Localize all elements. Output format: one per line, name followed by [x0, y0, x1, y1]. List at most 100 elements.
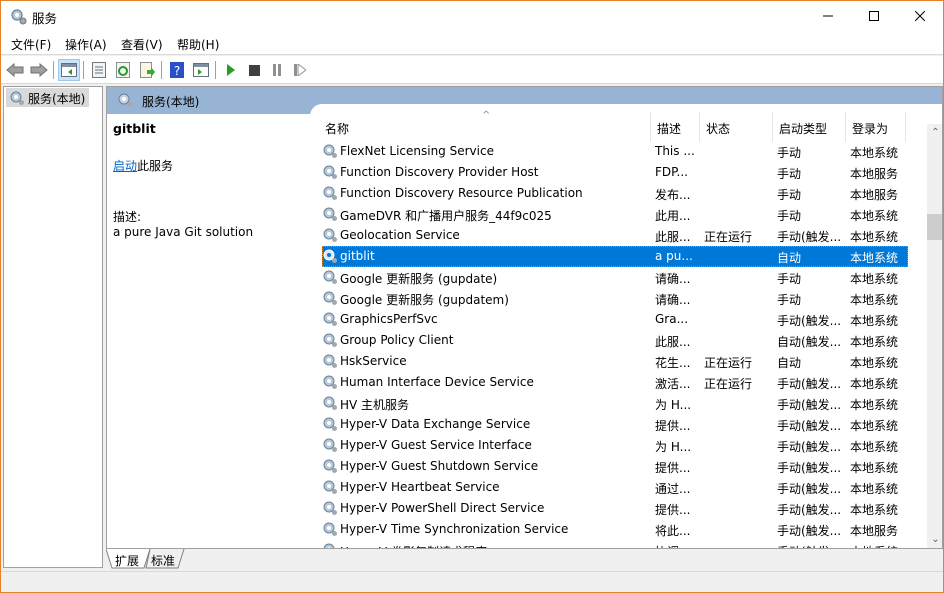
- title-bar: 服务: [1, 1, 943, 31]
- service-description: 为 H...: [655, 398, 692, 412]
- tree-item-label: 服务(本地): [28, 92, 86, 106]
- main-pane: 服务(本地) gitblit 启动此服务 描述: a pure Java Git…: [106, 86, 943, 549]
- service-row[interactable]: Google 更新服务 (gupdatem) 请确... 手动 本地系统: [322, 288, 908, 309]
- service-gear-icon: [323, 543, 335, 548]
- service-gear-icon: [323, 144, 337, 158]
- service-gear-icon: [323, 501, 337, 515]
- service-startup-type: 手动(触发...: [777, 398, 842, 412]
- service-name: Function Discovery Provider Host: [340, 165, 539, 179]
- service-row[interactable]: GameDVR 和广播用户服务_44f9c025 此用... 手动 本地系统: [322, 204, 908, 225]
- toolbar-separator: [53, 61, 54, 79]
- column-header-name[interactable]: 名称: [318, 112, 650, 142]
- scroll-up-arrow-icon[interactable]: ⌃: [927, 124, 942, 141]
- menu-file[interactable]: 文件(F): [11, 36, 51, 53]
- help-button[interactable]: ?: [166, 59, 188, 81]
- service-startup-type: 自动: [777, 356, 802, 370]
- stop-service-button[interactable]: [243, 59, 265, 81]
- service-log-on-as: 本地系统: [850, 419, 899, 433]
- service-row[interactable]: Hyper-V Guest Shutdown Service 提供... 手动(触发…: [322, 456, 908, 477]
- service-row[interactable]: HV 主机服务 为 H... 手动(触发... 本地系统: [322, 393, 908, 414]
- vertical-scrollbar[interactable]: ⌃ ⌄: [927, 124, 942, 548]
- service-name: Hyper-V Heartbeat Service: [340, 480, 500, 494]
- service-name: Human Interface Device Service: [340, 375, 534, 389]
- service-log-on-as: 本地系统: [850, 356, 899, 370]
- service-row[interactable]: gitblit a pu... 自动 本地系统: [322, 246, 908, 267]
- service-action: 启动此服务: [113, 157, 173, 174]
- service-row[interactable]: Function Discovery Resource Publication 发…: [322, 183, 908, 204]
- service-log-on-as: 本地系统: [850, 503, 899, 517]
- minimize-icon: [823, 15, 833, 17]
- service-startup-type: 自动: [777, 251, 802, 265]
- service-row[interactable]: Group Policy Client 此服... 自动(触发... 本地系统: [322, 330, 908, 351]
- column-header-status[interactable]: 状态: [699, 112, 772, 142]
- scroll-down-arrow-icon[interactable]: ⌄: [927, 531, 942, 548]
- resume-service-button[interactable]: [289, 59, 311, 81]
- service-row[interactable]: GraphicsPerfSvc Gra... 手动(触发... 本地系统: [322, 309, 908, 330]
- forward-button[interactable]: [28, 59, 50, 81]
- tab-extended[interactable]: 扩展: [107, 549, 145, 569]
- service-row[interactable]: Hyper-V Guest Service Interface 为 H... 手动(…: [322, 435, 908, 456]
- tree-item-services-local[interactable]: 服务(本地): [6, 88, 90, 107]
- service-startup-type: 手动(触发...: [777, 482, 842, 496]
- back-button[interactable]: [4, 59, 26, 81]
- service-row[interactable]: Function Discovery Provider Host FDP... 手动…: [322, 162, 908, 183]
- action-suffix: 此服务: [137, 159, 174, 173]
- properties-icon: [92, 62, 106, 78]
- service-description: 发布...: [655, 188, 691, 202]
- service-description: 请确...: [655, 293, 691, 307]
- maximize-button[interactable]: [851, 1, 897, 31]
- column-header-startup-type[interactable]: 启动类型: [772, 112, 845, 142]
- service-name: GraphicsPerfSvc: [340, 312, 438, 326]
- tab-standard[interactable]: 标准: [143, 549, 181, 569]
- service-gear-icon: [323, 228, 337, 242]
- pause-service-button[interactable]: [266, 59, 288, 81]
- show-hide-console-tree-button[interactable]: [58, 59, 80, 81]
- view-tabs: 扩展 标准: [106, 549, 943, 569]
- service-row[interactable]: FlexNet Licensing Service This ... 手动 本地系统: [322, 141, 908, 162]
- service-log-on-as: 本地系统: [850, 482, 899, 496]
- menu-view[interactable]: 查看(V): [121, 36, 163, 53]
- service-description: 提供...: [655, 503, 691, 517]
- service-log-on-as: 本地系统: [850, 230, 899, 244]
- window-title: 服务: [32, 11, 58, 26]
- scrollbar-thumb[interactable]: [927, 214, 942, 240]
- service-row[interactable]: Hyper-V Data Exchange Service 提供... 手动(触发.…: [322, 414, 908, 435]
- service-row[interactable]: Human Interface Device Service 激活... 正在运行 手…: [322, 372, 908, 393]
- close-button[interactable]: [897, 1, 943, 31]
- menu-help[interactable]: 帮助(H): [177, 36, 219, 53]
- close-icon: [915, 11, 925, 21]
- description-text: a pure Java Git solution: [113, 225, 254, 239]
- service-description: a pu...: [655, 249, 693, 263]
- service-log-on-as: 本地系统: [850, 251, 899, 265]
- service-row[interactable]: Hyper-V Time Synchronization Service 将此..…: [322, 519, 908, 540]
- service-log-on-as: 本地服务: [850, 524, 899, 538]
- stop-icon: [248, 64, 260, 76]
- service-row[interactable]: Hyper-V 卷影复制请求程序协调... 手动(触发...本地系统: [322, 540, 908, 548]
- service-log-on-as: 本地服务: [850, 188, 899, 202]
- refresh-button[interactable]: [112, 59, 134, 81]
- console-tree-icon: [61, 63, 77, 77]
- maximize-icon: [869, 11, 879, 21]
- column-header-log-on-as[interactable]: 登录为: [845, 112, 905, 142]
- menu-action[interactable]: 操作(A): [65, 36, 107, 53]
- service-row[interactable]: Hyper-V PowerShell Direct Service 提供... 手动…: [322, 498, 908, 519]
- service-log-on-as: 本地系统: [850, 398, 899, 412]
- start-service-link[interactable]: 启动: [113, 159, 137, 173]
- service-status: 正在运行: [704, 230, 753, 244]
- service-startup-type: 自动(触发...: [777, 335, 842, 349]
- start-service-button[interactable]: [220, 59, 242, 81]
- service-description: 通过...: [655, 482, 691, 496]
- minimize-button[interactable]: [805, 1, 851, 31]
- column-header-description[interactable]: 描述: [650, 112, 699, 142]
- toolbar-separator: [215, 61, 216, 79]
- show-hide-action-pane-button[interactable]: [190, 59, 212, 81]
- service-row[interactable]: HskService 花生... 正在运行 自动 本地系统: [322, 351, 908, 372]
- properties-button[interactable]: [88, 59, 110, 81]
- export-list-button[interactable]: [136, 59, 158, 81]
- service-startup-type: 手动(触发...: [777, 543, 847, 548]
- service-row[interactable]: Google 更新服务 (gupdate) 请确... 手动 本地系统: [322, 267, 908, 288]
- service-log-on-as: 本地系统: [850, 440, 899, 454]
- service-row[interactable]: Hyper-V Heartbeat Service 通过... 手动(触发... 本地…: [322, 477, 908, 498]
- service-row[interactable]: Geolocation Service 此服... 正在运行 手动(触发... 本地系统: [322, 225, 908, 246]
- service-startup-type: 手动(触发...: [777, 419, 842, 433]
